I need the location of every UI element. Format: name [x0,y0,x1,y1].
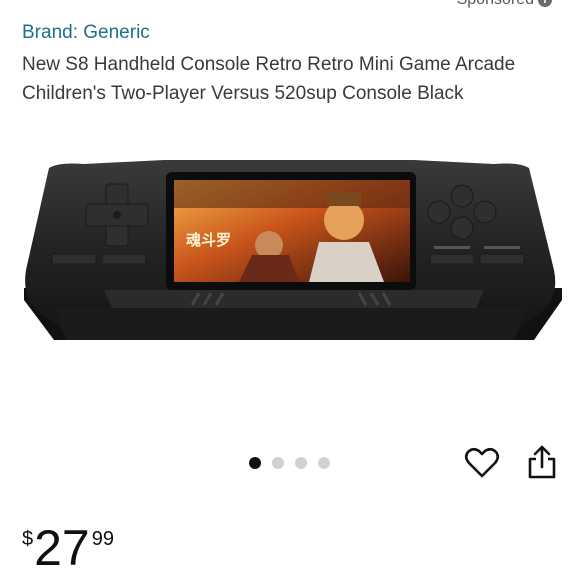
price-symbol: $ [22,528,34,550]
price: $ 27 99 [22,520,114,576]
carousel-dots[interactable] [249,457,330,469]
share-icon[interactable] [524,443,560,481]
info-icon[interactable]: i [538,0,552,7]
sponsored-text: Sponsored [457,0,534,9]
heart-icon[interactable] [464,445,500,481]
brand-link[interactable]: Brand: Generic [22,22,150,44]
price-whole: 27 [34,520,90,576]
sponsored-label[interactable]: Sponsored i [457,0,552,9]
product-image[interactable]: 魂斗罗 [14,150,566,365]
screen-title-text: 魂斗罗 [186,231,231,249]
product-title: New S8 Handheld Console Retro Retro Mini… [22,54,516,104]
carousel-dot[interactable] [249,457,261,469]
carousel-dot[interactable] [295,457,307,469]
price-fraction: 99 [91,528,114,550]
carousel-dot[interactable] [272,457,284,469]
carousel-dot[interactable] [318,457,330,469]
